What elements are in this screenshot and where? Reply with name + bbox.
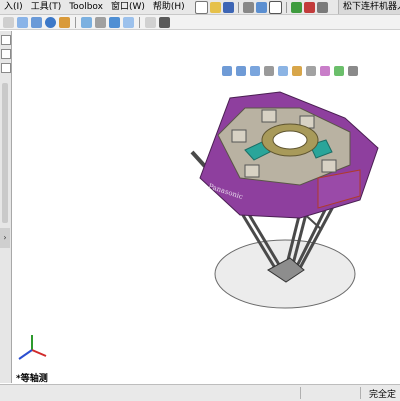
panel-tab[interactable] — [1, 49, 11, 59]
status-text: 完全定 — [368, 390, 396, 400]
central-ring-hole — [272, 130, 308, 150]
panel-tab[interactable] — [1, 35, 11, 45]
motor-block — [231, 129, 247, 143]
mirror-icon[interactable] — [109, 16, 120, 28]
display-icon[interactable] — [316, 1, 328, 13]
feature-icon[interactable] — [59, 16, 70, 28]
rebuild-icon[interactable] — [290, 1, 302, 13]
feature-manager-panel: › — [0, 31, 12, 383]
delta-robot-model[interactable]: Panasonic — [12, 31, 400, 383]
undo-icon[interactable] — [255, 1, 267, 13]
circle-icon[interactable] — [45, 16, 56, 28]
arrow-icon[interactable] — [3, 16, 14, 28]
menu-window[interactable]: 窗口(W) — [107, 0, 149, 14]
command-toolbar — [0, 15, 400, 30]
mate-icon[interactable] — [81, 16, 92, 28]
panel-tab[interactable] — [1, 63, 11, 73]
panel-scrollbar[interactable] — [2, 83, 8, 223]
toolbar-separator — [237, 1, 239, 13]
sketch-icon[interactable] — [17, 16, 28, 28]
coordinate-triad — [18, 335, 47, 360]
reference-icon[interactable] — [123, 16, 134, 28]
view-orientation-label: *等轴测 — [16, 374, 48, 384]
new-icon[interactable] — [194, 0, 208, 14]
document-title: 松下连杆机器人 — [338, 0, 400, 14]
save-icon[interactable] — [222, 1, 234, 13]
motor-block — [321, 159, 337, 173]
select-icon[interactable] — [268, 0, 282, 14]
toolbar-separator — [139, 16, 140, 28]
menu-bar: 入(I) 工具(T) Toolbox 窗口(W) 帮助(H) 松下连杆机器人 — [0, 0, 400, 15]
standard-toolbar — [194, 0, 328, 14]
pattern-icon[interactable] — [95, 16, 106, 28]
curve-icon[interactable] — [145, 16, 156, 28]
print-icon[interactable] — [242, 1, 254, 13]
options-icon[interactable] — [303, 1, 315, 13]
menu-insert[interactable]: 入(I) — [0, 0, 27, 14]
menu-help[interactable]: 帮助(H) — [149, 0, 189, 14]
toolbar-separator — [285, 1, 287, 13]
motor-block — [244, 164, 260, 178]
toolbar-separator — [75, 16, 76, 28]
menu-tools[interactable]: 工具(T) — [27, 0, 66, 14]
panel-collapse-handle[interactable]: › — [0, 228, 10, 248]
graphics-viewport[interactable]: Panasonic *等轴测 — [12, 31, 400, 384]
dimension-icon[interactable] — [31, 16, 42, 28]
menu-toolbox[interactable]: Toolbox — [65, 0, 107, 14]
status-divider — [300, 387, 301, 399]
instant3d-icon[interactable] — [159, 16, 170, 28]
status-bar: 完全定 — [0, 384, 400, 401]
motor-block — [261, 109, 277, 123]
open-icon[interactable] — [209, 1, 221, 13]
status-divider — [360, 387, 361, 399]
